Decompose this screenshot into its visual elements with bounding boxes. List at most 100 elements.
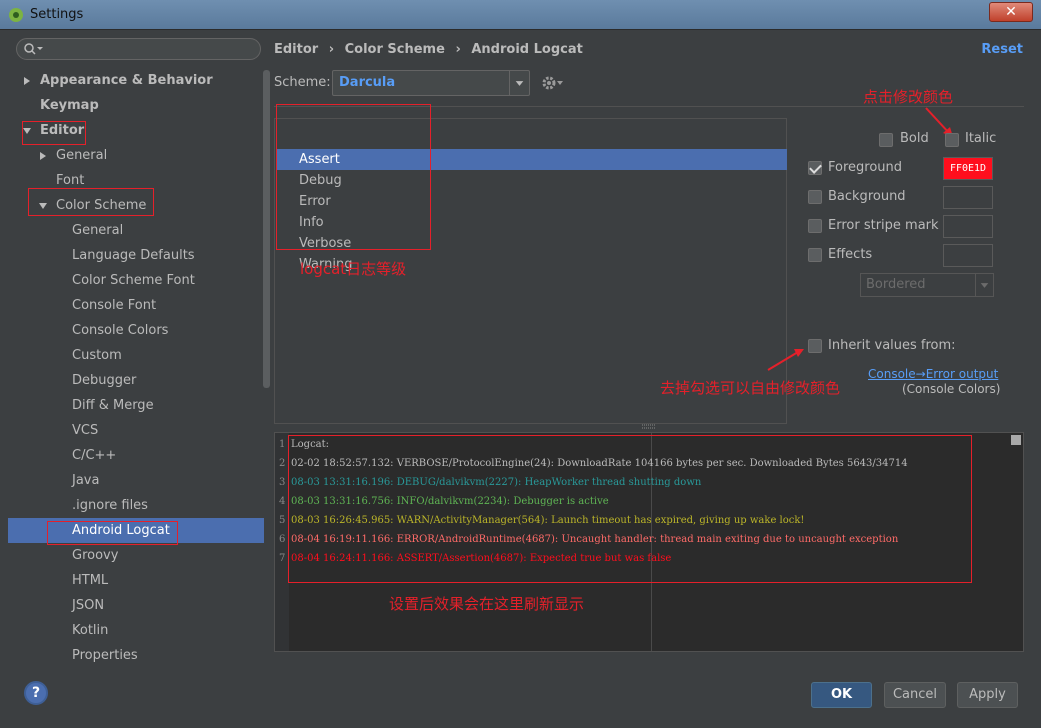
sidebar-item-kotlin[interactable]: Kotlin <box>8 618 264 643</box>
bold-checkbox[interactable] <box>879 133 893 147</box>
level-label: Debug <box>299 173 342 188</box>
splitter-handle[interactable] <box>642 424 656 430</box>
bold-label: Bold <box>900 131 929 146</box>
preview-line-text: 08-04 16:19:11.166: ERROR/AndroidRuntime… <box>291 534 899 545</box>
inherit-checkbox[interactable] <box>808 339 822 353</box>
line-number: 2 <box>279 458 286 469</box>
chevron-down-icon <box>39 203 47 209</box>
sidebar-item-font[interactable]: Font <box>8 168 264 193</box>
level-item-assert[interactable]: Assert <box>276 149 787 170</box>
sidebar-item-console-font[interactable]: Console Font <box>8 293 264 318</box>
sidebar-item-label: General <box>72 223 124 238</box>
sidebar-item-diff-merge[interactable]: Diff & Merge <box>8 393 264 418</box>
close-icon: ✕ <box>1005 4 1017 20</box>
sidebar-item-label: Appearance & Behavior <box>40 73 213 88</box>
effects-label: Effects <box>828 247 873 262</box>
settings-dialog: Appearance & Behavior Keymap Editor Gene… <box>0 30 1041 728</box>
reset-link[interactable]: Reset <box>981 42 1023 57</box>
error-stripe-checkbox[interactable] <box>808 219 822 233</box>
preview-line-text: 02-02 18:52:57.132: VERBOSE/ProtocolEngi… <box>291 458 908 469</box>
chevron-down-icon <box>975 274 989 296</box>
apply-button[interactable]: Apply <box>957 682 1018 708</box>
sidebar-item-label: JSON <box>72 598 105 613</box>
sidebar-item-label: .ignore files <box>72 498 148 513</box>
sidebar-item-custom[interactable]: Custom <box>8 343 264 368</box>
line-number: 6 <box>279 534 286 545</box>
chevron-down-icon <box>509 71 524 95</box>
italic-checkbox[interactable] <box>945 133 959 147</box>
background-color-swatch[interactable] <box>943 186 993 209</box>
inherit-link[interactable]: Console→Error output <box>868 367 998 381</box>
close-button[interactable]: ✕ <box>989 2 1033 22</box>
sidebar-item-appearance[interactable]: Appearance & Behavior <box>8 68 264 93</box>
sidebar-item-html[interactable]: HTML <box>8 568 264 593</box>
sidebar-item-vcs[interactable]: VCS <box>8 418 264 443</box>
sidebar-item-label: General <box>56 148 108 163</box>
effects-checkbox[interactable] <box>808 248 822 262</box>
sidebar-item-java[interactable]: Java <box>8 468 264 493</box>
chevron-right-icon <box>24 77 30 85</box>
breadcrumb: Editor › Color Scheme › Android Logcat <box>274 42 589 60</box>
help-icon: ? <box>31 685 41 701</box>
sidebar-item-editor[interactable]: Editor <box>8 118 264 143</box>
sidebar-item-language-defaults[interactable]: Language Defaults <box>8 243 264 268</box>
chevron-right-icon <box>40 152 46 160</box>
sidebar-item-debugger[interactable]: Debugger <box>8 368 264 393</box>
search-input[interactable] <box>16 38 261 60</box>
annotation-preview-hint: 设置后效果会在这里刷新显示 <box>389 595 585 613</box>
inherit-label: Inherit values from: <box>828 338 956 353</box>
scheme-select[interactable]: Darcula <box>332 70 530 96</box>
level-item-verbose[interactable]: Verbose <box>276 233 787 254</box>
sidebar-item-cs-general[interactable]: General <box>8 218 264 243</box>
level-label: Info <box>299 215 324 230</box>
sidebar-item-label: Android Logcat <box>72 523 170 538</box>
preview-line-text: 08-03 13:31:16.196: DEBUG/dalvikvm(2227)… <box>291 477 702 488</box>
sidebar-item-ignore-files[interactable]: .ignore files <box>8 493 264 518</box>
preview-line-text: 08-03 16:26:45.965: WARN/ActivityManager… <box>291 515 805 526</box>
effects-style-select[interactable]: Bordered <box>860 273 994 297</box>
sidebar-item-json[interactable]: JSON <box>8 593 264 618</box>
level-item-debug[interactable]: Debug <box>276 170 787 191</box>
foreground-color-swatch[interactable]: FF0E1D <box>943 157 993 180</box>
breadcrumb-editor[interactable]: Editor <box>274 42 318 57</box>
sidebar-item-label: Properties <box>72 648 138 663</box>
chevron-down-icon <box>23 128 31 134</box>
sidebar-item-android-logcat[interactable]: Android Logcat <box>8 518 264 543</box>
sidebar-item-label: Color Scheme Font <box>72 273 195 288</box>
level-item-error[interactable]: Error <box>276 191 787 212</box>
effects-color-swatch[interactable] <box>943 244 993 267</box>
error-stripe-label: Error stripe mark <box>828 218 939 233</box>
sidebar-item-properties[interactable]: Properties <box>8 643 264 668</box>
background-checkbox[interactable] <box>808 190 822 204</box>
ok-button[interactable]: OK <box>811 682 872 708</box>
sidebar-item-color-scheme-font[interactable]: Color Scheme Font <box>8 268 264 293</box>
sidebar-item-console-colors[interactable]: Console Colors <box>8 318 264 343</box>
logcat-preview[interactable]: 1 Logcat: 2 02-02 18:52:57.132: VERBOSE/Pr… <box>274 432 1024 652</box>
gear-icon[interactable] <box>540 74 564 92</box>
android-studio-icon <box>9 8 23 22</box>
breadcrumb-android-logcat: Android Logcat <box>471 42 583 57</box>
help-button[interactable]: ? <box>24 681 48 705</box>
foreground-checkbox[interactable] <box>808 161 822 175</box>
sidebar-item-keymap[interactable]: Keymap <box>8 93 264 118</box>
breadcrumb-color-scheme[interactable]: Color Scheme <box>345 42 445 57</box>
sidebar-item-label: Custom <box>72 348 122 363</box>
sidebar-item-cpp[interactable]: C/C++ <box>8 443 264 468</box>
sidebar-item-label: Font <box>56 173 85 188</box>
error-stripe-color-swatch[interactable] <box>943 215 993 238</box>
sidebar-item-groovy[interactable]: Groovy <box>8 543 264 568</box>
preview-line-text: 08-03 13:31:16.756: INFO/dalvikvm(2234):… <box>291 496 609 507</box>
annotation-uncheck-hint: 去掉勾选可以自由修改颜色 <box>660 379 841 397</box>
sidebar-item-label: Color Scheme <box>56 198 147 213</box>
cancel-button[interactable]: Cancel <box>884 682 946 708</box>
line-number: 5 <box>279 515 286 526</box>
sidebar-scrollbar[interactable] <box>263 70 270 388</box>
sidebar-item-color-scheme[interactable]: Color Scheme <box>8 193 264 218</box>
sidebar-item-editor-general[interactable]: General <box>8 143 264 168</box>
background-label: Background <box>828 189 906 204</box>
sidebar-item-label: Debugger <box>72 373 137 388</box>
annotation-click-change-color: 点击修改颜色 <box>863 88 954 106</box>
level-item-info[interactable]: Info <box>276 212 787 233</box>
sidebar-item-label: C/C++ <box>72 448 117 463</box>
line-number: 3 <box>279 477 286 488</box>
